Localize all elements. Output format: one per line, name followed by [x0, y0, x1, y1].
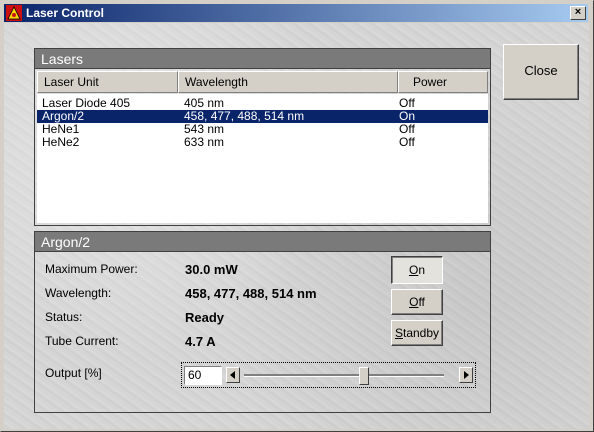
dialog-body: Lasers Laser Unit Wavelength Power Laser… [4, 23, 589, 429]
laser-control-window: Laser Control × Lasers Laser Unit Wavele… [0, 0, 594, 432]
wavelength-label: Wavelength: [45, 286, 112, 300]
max-power-label: Maximum Power: [45, 262, 138, 276]
tube-current-label: Tube Current: [45, 334, 119, 348]
window-title: Laser Control [26, 6, 105, 20]
laser-power-cell: Off [399, 135, 415, 149]
standby-button[interactable]: Standby [391, 320, 443, 346]
lasers-panel: Lasers Laser Unit Wavelength Power Laser… [34, 48, 491, 226]
laser-row-selected[interactable]: Argon/2 458, 477, 488, 514 nm On [37, 110, 488, 123]
lasers-panel-title: Lasers [35, 49, 490, 69]
laser-unit-cell: HeNe2 [42, 135, 80, 149]
slider-thumb[interactable] [359, 367, 369, 385]
laser-wavelength-cell: 633 nm [184, 135, 225, 149]
wavelength-value: 458, 477, 488, 514 nm [185, 286, 317, 301]
status-label: Status: [45, 310, 83, 324]
on-button-accel: O [408, 263, 419, 277]
output-label: Output [%] [45, 366, 102, 380]
slider-right-button[interactable] [459, 367, 473, 383]
arrow-right-icon [464, 371, 469, 379]
off-button[interactable]: Off [391, 289, 443, 315]
detail-panel-title: Argon/2 [35, 232, 490, 252]
standby-button-rest: tandby [402, 326, 440, 340]
slider-left-button[interactable] [226, 367, 240, 383]
laser-app-icon [6, 5, 22, 21]
output-input[interactable]: 60 [184, 366, 222, 385]
off-button-rest: ff [418, 295, 425, 309]
standby-button-accel: S [394, 326, 403, 340]
slider-track[interactable] [244, 374, 444, 377]
laser-detail-panel: Argon/2 Maximum Power: 30.0 mW Wavelengt… [34, 231, 491, 413]
on-button[interactable]: On [391, 256, 443, 284]
title-bar[interactable]: Laser Control × [4, 4, 588, 22]
on-button-rest: n [418, 263, 426, 277]
lasers-list[interactable]: Laser Diode 405 405 nm Off Argon/2 458, … [37, 94, 488, 223]
column-header-power[interactable]: Power [398, 71, 488, 93]
output-control: 60 [181, 362, 476, 388]
close-button[interactable]: Close [503, 44, 579, 100]
max-power-value: 30.0 mW [185, 262, 238, 277]
status-value: Ready [185, 310, 225, 325]
window-close-icon[interactable]: × [570, 6, 586, 20]
column-header-wavelength[interactable]: Wavelength [178, 71, 398, 93]
laser-row[interactable]: HeNe2 633 nm Off [37, 136, 488, 149]
arrow-left-icon [230, 371, 235, 379]
laser-row[interactable]: HeNe1 543 nm Off [37, 123, 488, 136]
tube-current-value: 4.7 A [185, 334, 216, 349]
column-header-laser-unit[interactable]: Laser Unit [37, 71, 178, 93]
lasers-table-header: Laser Unit Wavelength Power [37, 71, 488, 93]
